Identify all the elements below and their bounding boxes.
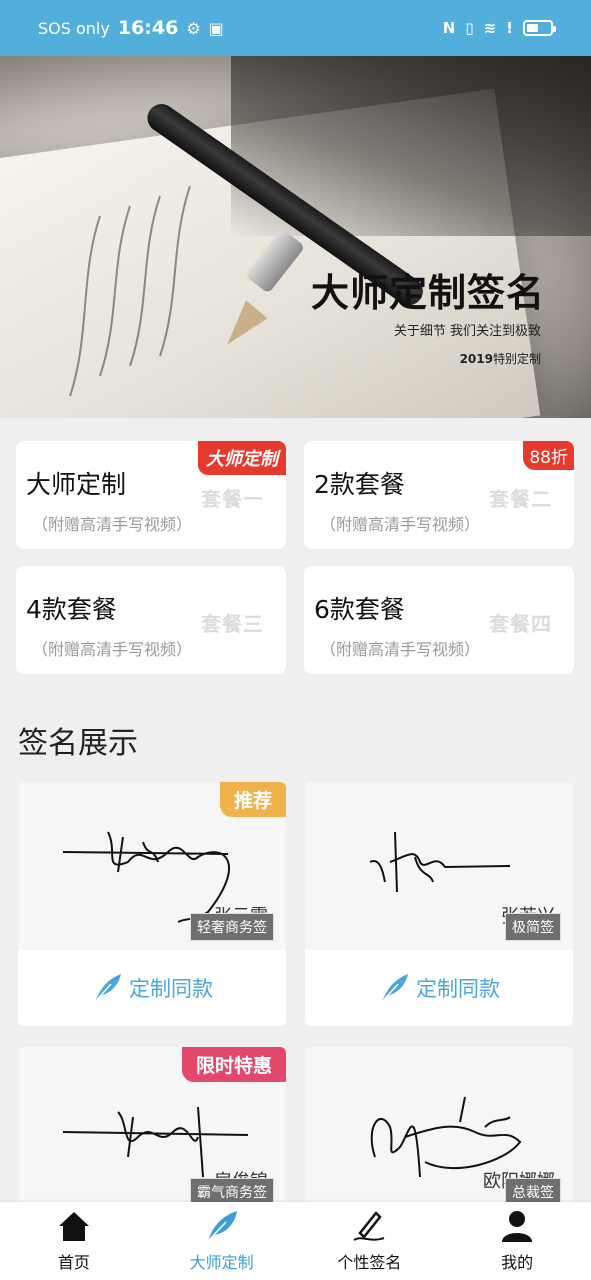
nav-personal-signature[interactable]: 个性签名 (296, 1202, 444, 1280)
recommend-badge: 推荐 (219, 782, 286, 817)
bottom-navigation: 首页 大师定制 个性签名 我的 (0, 1202, 591, 1280)
package-badge: 大师定制 (198, 441, 286, 475)
sample-card-4[interactable]: 欧阳娜娜 总裁签 (305, 1047, 573, 1207)
signature-preview: 欧阳娜娜 总裁签 (305, 1047, 573, 1207)
signature-preview: 张若兴 极简签 (305, 782, 573, 950)
package-note: （附赠高清手写视频） (320, 640, 481, 659)
package-tag: 套餐一 (201, 487, 264, 511)
customize-same-label: 定制同款 (416, 977, 500, 1001)
alert-icon: ! (506, 19, 513, 37)
customize-same-button[interactable]: 定制同款 (305, 950, 573, 1026)
section-title: 签名展示 (18, 726, 138, 761)
status-bar: SOS only 16:46 ⚙ ▣ N ▯ ≋ ! (0, 0, 591, 56)
package-card-2[interactable]: 2款套餐 （附赠高清手写视频） 套餐二 88折 (304, 441, 574, 549)
user-icon (502, 1211, 533, 1242)
signature-style-label: 极简签 (505, 913, 561, 941)
sample-card-1[interactable]: 张云霄 轻奢商务签 推荐 定制同款 (18, 782, 286, 1026)
feather-icon (207, 1211, 237, 1242)
home-icon (58, 1212, 89, 1241)
nav-home[interactable]: 首页 (0, 1202, 148, 1280)
nav-me[interactable]: 我的 (443, 1202, 591, 1280)
notification-icon: ▣ (208, 18, 224, 38)
nav-label: 大师定制 (189, 1253, 254, 1272)
discount-badge: 88折 (523, 441, 574, 470)
package-note: （附赠高清手写视频） (32, 515, 193, 534)
feather-icon (381, 974, 408, 1003)
package-name: 大师定制 (26, 470, 127, 499)
package-card-1[interactable]: 大师定制 （附赠高清手写视频） 套餐一 大师定制 (16, 441, 286, 549)
package-tag: 套餐三 (201, 612, 264, 636)
sample-card-2[interactable]: 张若兴 极简签 定制同款 (305, 782, 573, 1026)
customize-same-label: 定制同款 (129, 977, 213, 1001)
nav-label: 个性签名 (337, 1253, 402, 1272)
banner-year: 2019特别定制 (459, 352, 541, 366)
feather-icon (94, 974, 121, 1003)
package-card-4[interactable]: 6款套餐 （附赠高清手写视频） 套餐四 (304, 566, 574, 674)
settings-icon: ⚙ (186, 18, 201, 38)
banner-title: 大师定制签名 (310, 271, 545, 315)
nav-master-custom[interactable]: 大师定制 (148, 1202, 296, 1280)
package-name: 4款套餐 (26, 595, 117, 624)
nfc-icon: N (442, 19, 456, 37)
package-card-3[interactable]: 4款套餐 （附赠高清手写视频） 套餐三 (16, 566, 286, 674)
signature-preview: 房俊锦 霸气商务签 限时特惠 (18, 1047, 286, 1207)
battery-icon (523, 20, 556, 36)
nav-label: 我的 (501, 1253, 534, 1272)
package-name: 2款套餐 (314, 470, 405, 499)
package-tag: 套餐四 (489, 612, 552, 636)
package-tag: 套餐二 (489, 487, 552, 511)
package-note: （附赠高清手写视频） (320, 515, 481, 534)
wifi-icon: ≋ (483, 19, 497, 37)
handwriting-decoration (69, 185, 191, 397)
customize-same-button[interactable]: 定制同款 (18, 950, 286, 1026)
signature-style-label: 轻奢商务签 (190, 913, 274, 941)
package-note: （附赠高清手写视频） (32, 640, 193, 659)
battery-level (527, 24, 538, 32)
sample-card-3[interactable]: 房俊锦 霸气商务签 限时特惠 (18, 1047, 286, 1207)
clock: 16:46 (117, 17, 179, 39)
vibrate-icon: ▯ (465, 19, 474, 37)
nav-label: 首页 (57, 1253, 90, 1272)
package-name: 6款套餐 (314, 595, 405, 624)
hero-banner[interactable]: 大师定制签名 关于细节 我们关注到极致 2019特别定制 (0, 56, 591, 418)
carrier-text: SOS only (38, 18, 110, 38)
pen-icon (353, 1211, 385, 1241)
banner-subtitle: 关于细节 我们关注到极致 (393, 324, 541, 339)
signature-preview: 张云霄 轻奢商务签 推荐 (18, 782, 286, 950)
limited-offer-badge: 限时特惠 (181, 1047, 286, 1082)
